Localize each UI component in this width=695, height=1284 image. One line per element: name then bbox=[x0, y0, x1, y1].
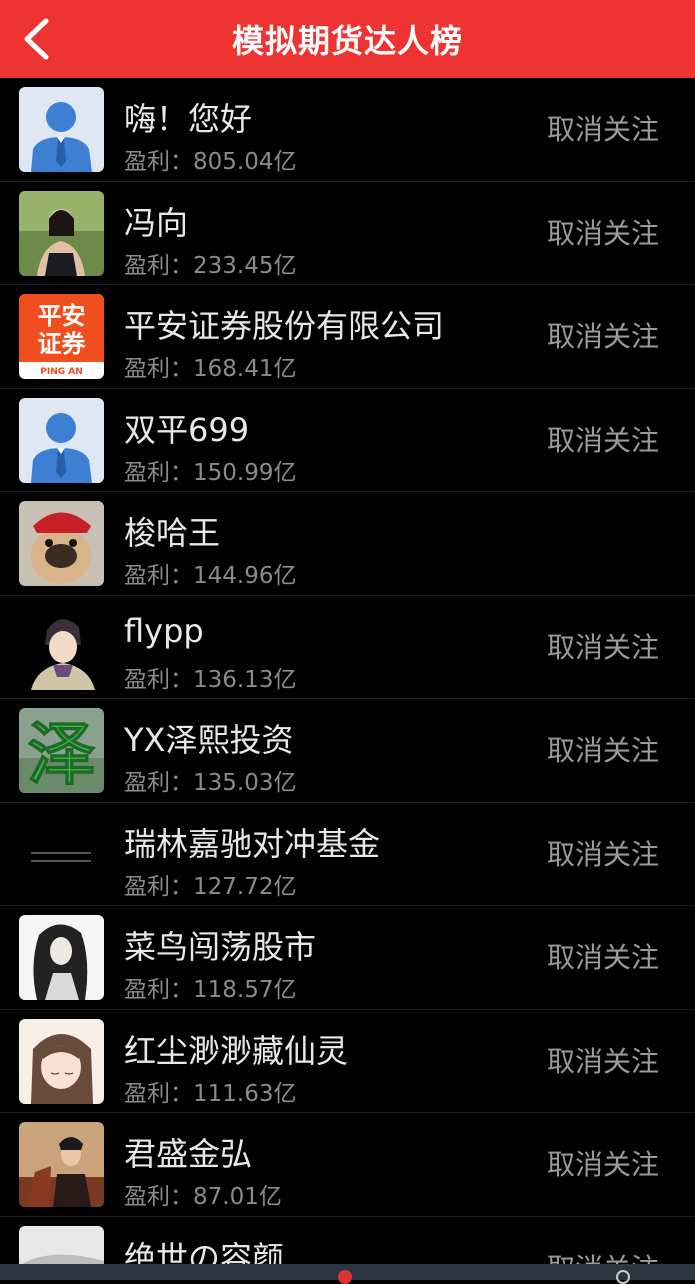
list-item[interactable]: 双平699 盈利：150.99亿 取消关注 bbox=[0, 389, 695, 492]
list-item[interactable]: 冯向 盈利：233.45亿 取消关注 bbox=[0, 182, 695, 285]
trader-profit: 盈利：233.45亿 bbox=[124, 252, 297, 279]
list-item[interactable]: flypp 盈利：136.13亿 取消关注 bbox=[0, 596, 695, 699]
unfollow-button[interactable]: 取消关注 bbox=[547, 1143, 659, 1183]
unfollow-button[interactable]: 取消关注 bbox=[547, 833, 659, 873]
chevron-left-icon bbox=[24, 18, 49, 60]
unfollow-button[interactable]: 取消关注 bbox=[547, 729, 659, 769]
trader-name: 平安证券股份有限公司 bbox=[124, 307, 445, 345]
unfollow-button[interactable]: 取消关注 bbox=[547, 1247, 659, 1265]
unfollow-button[interactable]: 取消关注 bbox=[547, 626, 659, 666]
list-item[interactable]: 瑞林嘉驰对冲基金 盈利：127.72亿 取消关注 bbox=[0, 803, 695, 906]
list-item[interactable]: 绝世の容颜 取消关注 bbox=[0, 1217, 695, 1265]
grey-photo-avatar bbox=[19, 1225, 104, 1264]
tab-icon[interactable] bbox=[616, 1270, 630, 1284]
unfollow-button[interactable]: 取消关注 bbox=[547, 108, 659, 148]
trader-name: 君盛金弘 bbox=[124, 1135, 253, 1173]
trader-profit: 盈利：111.63亿 bbox=[124, 1080, 297, 1107]
trader-profit: 盈利：168.41亿 bbox=[124, 356, 297, 382]
warrior-avatar bbox=[19, 1122, 104, 1207]
list-item[interactable]: 嗨！您好 盈利：805.04亿 取消关注 bbox=[0, 78, 695, 182]
trader-name: flypp bbox=[124, 611, 204, 650]
svg-text:泽: 泽 bbox=[27, 716, 95, 793]
ranking-list[interactable]: 嗨！您好 盈利：805.04亿 取消关注 冯向 盈利：233.45亿 取消关注 … bbox=[0, 78, 695, 1264]
trader-profit: 盈利：127.72亿 bbox=[124, 873, 297, 900]
anime-avatar bbox=[19, 1018, 104, 1104]
ink-drawing-avatar bbox=[19, 915, 104, 1000]
trader-name: 冯向 bbox=[124, 203, 189, 242]
list-item[interactable]: 君盛金弘 盈利：87.01亿 取消关注 bbox=[0, 1113, 695, 1217]
trader-profit: 盈利：87.01亿 bbox=[124, 1184, 282, 1210]
trader-profit: 盈利：150.99亿 bbox=[124, 459, 297, 486]
list-item[interactable]: 泽 YX泽熙投资 盈利：135.03亿 取消关注 bbox=[0, 699, 695, 803]
dog-avatar bbox=[19, 501, 104, 586]
trader-name: 绝世の容颜 bbox=[124, 1238, 285, 1265]
svg-text:平安: 平安 bbox=[38, 302, 86, 330]
page-title: 模拟期货达人榜 bbox=[231, 22, 463, 60]
trader-profit: 盈利：144.96亿 bbox=[124, 563, 297, 589]
photo-avatar bbox=[19, 190, 104, 276]
trader-name: 红尘渺渺藏仙灵 bbox=[124, 1031, 349, 1070]
unfollow-button[interactable]: 取消关注 bbox=[547, 315, 659, 355]
list-item[interactable]: 红尘渺渺藏仙灵 盈利：111.63亿 取消关注 bbox=[0, 1010, 695, 1113]
trader-name: 嗨！您好 bbox=[124, 100, 253, 138]
trader-profit: 盈利：135.03亿 bbox=[124, 770, 297, 796]
trader-profit: 盈利：118.57亿 bbox=[124, 977, 297, 1003]
trader-name: 菜鸟闯荡股市 bbox=[124, 928, 317, 966]
list-item[interactable]: 平安 证券 PING AN 平安证券股份有限公司 盈利：168.41亿 取消关注 bbox=[0, 285, 695, 389]
default-user-avatar bbox=[19, 397, 104, 483]
svg-text:PING AN: PING AN bbox=[40, 367, 83, 377]
trader-name: 双平699 bbox=[124, 410, 250, 449]
list-item[interactable]: 菜鸟闯荡股市 盈利：118.57亿 取消关注 bbox=[0, 906, 695, 1010]
unfollow-button[interactable]: 取消关注 bbox=[547, 1040, 659, 1080]
tab-icon[interactable] bbox=[338, 1270, 352, 1284]
default-user-avatar bbox=[19, 87, 104, 172]
unfollow-button[interactable]: 取消关注 bbox=[547, 419, 659, 459]
pingan-logo-avatar: 平安 证券 PING AN bbox=[19, 294, 104, 379]
list-item[interactable]: 梭哈王 盈利：144.96亿 bbox=[0, 492, 695, 596]
trader-profit: 盈利：805.04亿 bbox=[124, 149, 297, 175]
unfollow-button[interactable]: 取消关注 bbox=[547, 212, 659, 252]
dark-text-avatar bbox=[19, 811, 104, 897]
cartoon-avatar bbox=[19, 604, 104, 690]
unfollow-button[interactable]: 取消关注 bbox=[547, 936, 659, 976]
ze-character-avatar: 泽 bbox=[19, 708, 104, 793]
tab-bar bbox=[0, 1264, 695, 1284]
trader-name: 梭哈王 bbox=[124, 514, 221, 552]
back-button[interactable] bbox=[14, 16, 58, 62]
nav-bar: 模拟期货达人榜 bbox=[0, 0, 695, 78]
trader-name: YX泽熙投资 bbox=[124, 721, 294, 759]
trader-name: 瑞林嘉驰对冲基金 bbox=[124, 824, 381, 863]
trader-profit: 盈利：136.13亿 bbox=[124, 666, 297, 693]
svg-text:证券: 证券 bbox=[38, 330, 87, 358]
